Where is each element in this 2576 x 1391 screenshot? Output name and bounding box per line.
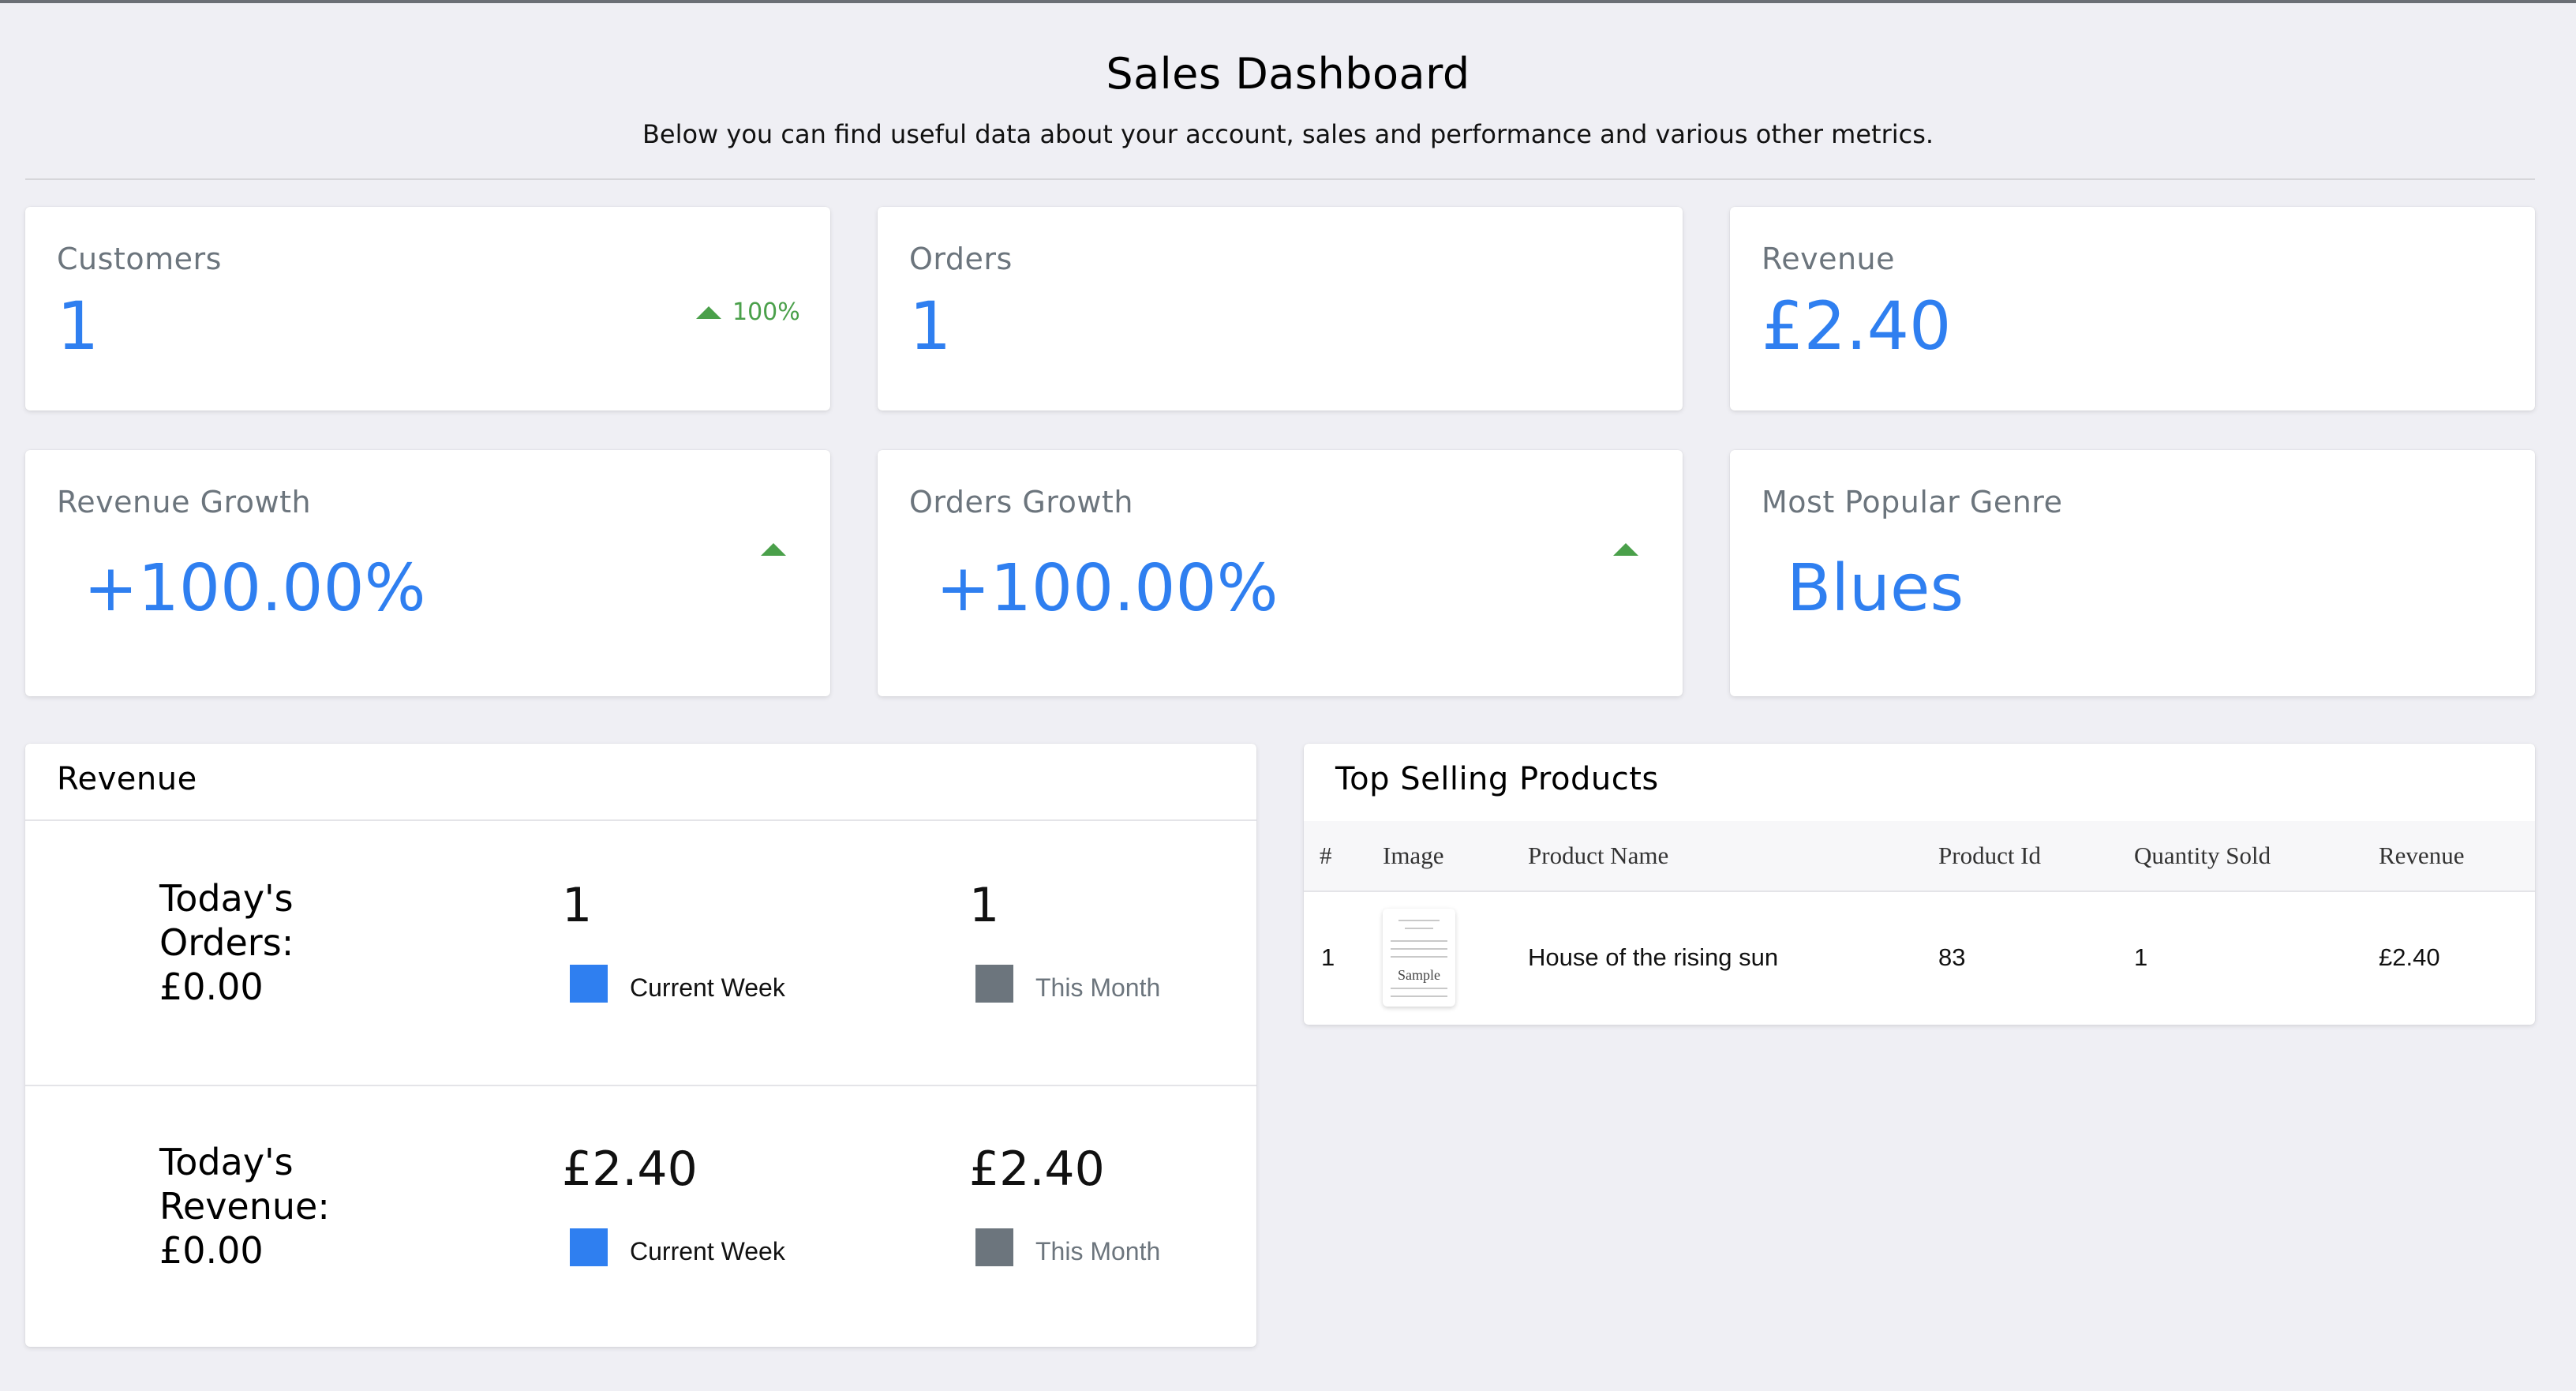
orders-current-week-value: 1 bbox=[562, 878, 593, 933]
col-product-id: Product Id bbox=[1938, 821, 2134, 892]
customers-trend: 100% bbox=[696, 298, 800, 326]
popular-genre-card: Most Popular Genre Blues bbox=[1730, 450, 2535, 696]
col-index: # bbox=[1304, 821, 1383, 892]
header-divider bbox=[25, 178, 2535, 180]
todays-revenue-label: Today's Revenue: £0.00 bbox=[159, 1140, 330, 1273]
revenue-this-month-value: £2.40 bbox=[969, 1142, 1105, 1197]
current-week-label: Current Week bbox=[630, 973, 785, 1002]
revenue-panel-title: Revenue bbox=[57, 761, 197, 797]
this-month-swatch bbox=[975, 1228, 1013, 1266]
this-month-label: This Month bbox=[1035, 973, 1161, 1002]
row-image-cell[interactable]: Sample bbox=[1383, 891, 1528, 1023]
revenue-current-week-value: £2.40 bbox=[562, 1142, 698, 1197]
row-quantity: 1 bbox=[2134, 943, 2148, 971]
customers-label: Customers bbox=[57, 242, 222, 276]
col-image: Image bbox=[1383, 821, 1528, 892]
revenue-row-divider bbox=[25, 1085, 1256, 1086]
row-revenue: £2.40 bbox=[2379, 943, 2440, 971]
revenue-this-month-legend: This Month bbox=[975, 1228, 1160, 1266]
revenue-value: £2.40 bbox=[1762, 287, 1952, 365]
todays-orders-label: Today's Orders: £0.00 bbox=[159, 876, 294, 1009]
thumbnail-stamp: Sample bbox=[1398, 967, 1440, 983]
products-table: # Image Product Name Product Id Quantity… bbox=[1304, 821, 2535, 1023]
current-week-label: Current Week bbox=[630, 1237, 785, 1265]
col-product-name: Product Name bbox=[1528, 821, 1938, 892]
revenue-growth-trend bbox=[761, 543, 786, 556]
col-quantity-sold: Quantity Sold bbox=[2134, 821, 2379, 892]
revenue-panel: Revenue Today's Orders: £0.00 1 Current … bbox=[25, 744, 1256, 1347]
dashboard-header: Sales Dashboard Below you can find usefu… bbox=[0, 49, 2576, 149]
revenue-growth-card: Revenue Growth +100.00% bbox=[25, 450, 830, 696]
orders-label: Orders bbox=[909, 242, 1013, 276]
revenue-current-week-legend: Current Week bbox=[570, 1228, 785, 1266]
todays-revenue-label-line1: Today's bbox=[159, 1141, 294, 1183]
current-week-swatch bbox=[570, 965, 608, 1003]
row-product-name: House of the rising sun bbox=[1528, 943, 1779, 971]
orders-growth-card: Orders Growth +100.00% bbox=[878, 450, 1683, 696]
orders-value: 1 bbox=[909, 287, 952, 365]
customers-trend-value: 100% bbox=[732, 298, 800, 326]
orders-current-week-legend: Current Week bbox=[570, 965, 785, 1003]
todays-revenue-amount: £0.00 bbox=[159, 1229, 264, 1272]
row-index: 1 bbox=[1321, 943, 1335, 971]
revenue-label: Revenue bbox=[1762, 242, 1895, 276]
trend-up-icon bbox=[761, 543, 786, 556]
orders-growth-trend bbox=[1613, 543, 1638, 556]
orders-growth-value: +100.00% bbox=[936, 551, 1279, 626]
orders-card: Orders 1 bbox=[878, 207, 1683, 411]
trend-up-icon bbox=[1613, 543, 1638, 556]
row-product-id: 83 bbox=[1938, 943, 1966, 971]
revenue-card: Revenue £2.40 bbox=[1730, 207, 2535, 411]
this-month-swatch bbox=[975, 965, 1013, 1003]
todays-orders-amount: £0.00 bbox=[159, 965, 264, 1008]
top-products-title: Top Selling Products bbox=[1335, 761, 1659, 797]
todays-orders-label-line1: Today's bbox=[159, 877, 294, 920]
popular-genre-label: Most Popular Genre bbox=[1762, 485, 2063, 519]
revenue-growth-value: +100.00% bbox=[84, 551, 426, 626]
customers-card: Customers 1 100% bbox=[25, 207, 830, 411]
table-header-row: # Image Product Name Product Id Quantity… bbox=[1304, 821, 2535, 892]
page-title: Sales Dashboard bbox=[1106, 49, 1470, 99]
page-subtitle: Below you can find useful data about you… bbox=[642, 119, 1934, 149]
top-products-panel: Top Selling Products # Image Product Nam… bbox=[1304, 744, 2535, 1025]
todays-orders-label-line2: Orders: bbox=[159, 921, 294, 964]
table-row[interactable]: 1 Sample House of the rising sun 83 1 £2… bbox=[1304, 891, 2535, 1023]
orders-this-month-legend: This Month bbox=[975, 965, 1160, 1003]
customers-value: 1 bbox=[57, 287, 99, 365]
todays-revenue-label-line2: Revenue: bbox=[159, 1185, 330, 1228]
panel-divider bbox=[25, 819, 1256, 821]
sheet-music-thumbnail-icon[interactable]: Sample bbox=[1383, 909, 1455, 1007]
current-week-swatch bbox=[570, 1228, 608, 1266]
this-month-label: This Month bbox=[1035, 1237, 1161, 1265]
col-revenue: Revenue bbox=[2379, 821, 2535, 892]
trend-up-icon bbox=[696, 306, 721, 319]
revenue-growth-label: Revenue Growth bbox=[57, 485, 312, 519]
orders-this-month-value: 1 bbox=[969, 878, 1000, 933]
popular-genre-value: Blues bbox=[1787, 551, 1964, 626]
orders-growth-label: Orders Growth bbox=[909, 485, 1133, 519]
